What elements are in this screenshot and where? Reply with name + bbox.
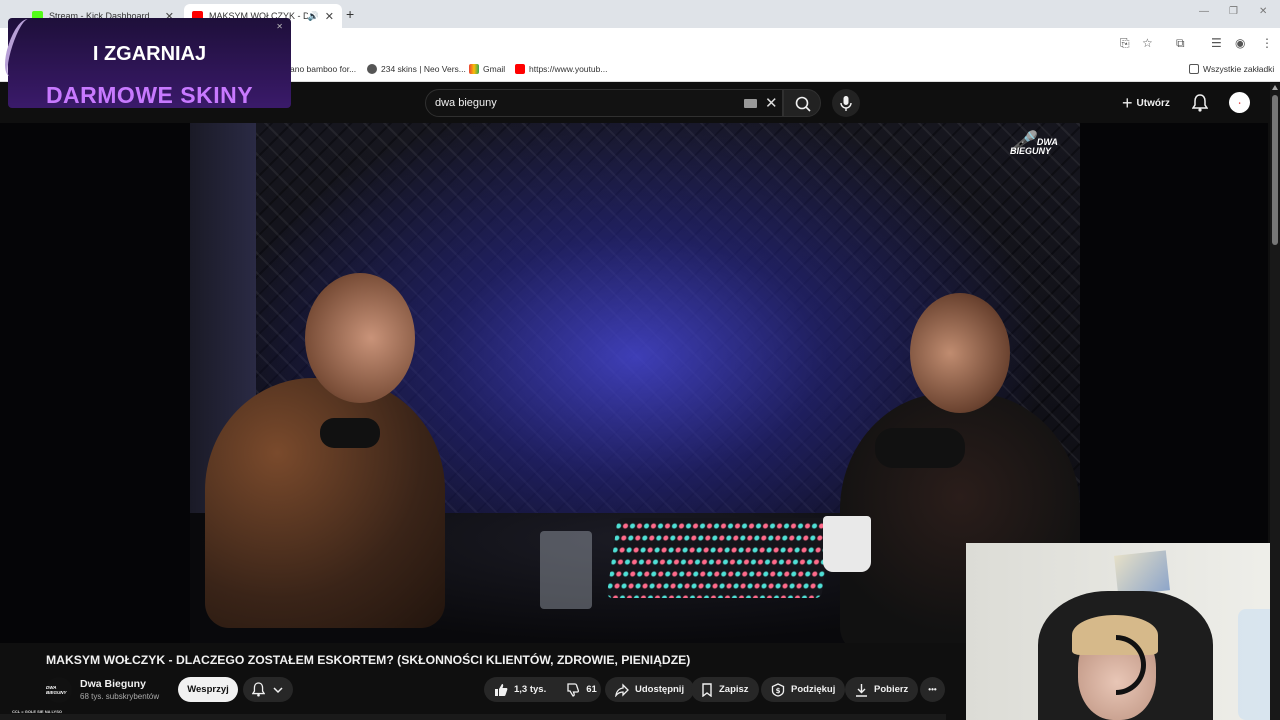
svg-text:$: $ bbox=[776, 687, 781, 695]
channel-watermark: 🎤 DWA BIEGUNY bbox=[1010, 132, 1058, 156]
webcam-streamer-hair bbox=[1072, 615, 1158, 655]
create-button[interactable]: + Utwórz bbox=[1122, 93, 1170, 113]
support-button[interactable]: Wesprzyj bbox=[178, 677, 238, 702]
install-app-icon[interactable]: ⎘ bbox=[1120, 36, 1130, 51]
watermark-line: BIEGUNY bbox=[1010, 146, 1052, 156]
gmail-icon bbox=[469, 64, 479, 74]
bookmark-label: 234 skins | Neo Vers... bbox=[381, 64, 466, 74]
youtube-icon bbox=[515, 64, 525, 74]
bookmark-item[interactable]: 234 skins | Neo Vers... bbox=[367, 64, 466, 74]
channel-avatar[interactable]: DWA BIEGUNY bbox=[46, 677, 72, 703]
media-control-icon[interactable]: ☰ bbox=[1211, 36, 1222, 50]
video-person-right-head bbox=[910, 293, 1010, 413]
channel-avatar-text: DWA BIEGUNY bbox=[46, 685, 67, 695]
webcam-overlay bbox=[966, 543, 1280, 720]
profile-icon[interactable]: ◉ bbox=[1235, 36, 1245, 50]
bookmark-item[interactable]: Gmail bbox=[469, 64, 505, 74]
bookmark-label: ano bamboo for... bbox=[290, 64, 357, 74]
share-icon bbox=[615, 682, 629, 697]
all-bookmarks-label: Wszystkie zakładki bbox=[1203, 64, 1275, 74]
video-mixer bbox=[606, 518, 833, 598]
bookmark-icon bbox=[702, 682, 712, 697]
subscriber-count: 68 tys. subskrybentów bbox=[80, 692, 160, 701]
restore-icon[interactable]: ❐ bbox=[1229, 6, 1238, 17]
overlay-close-icon: ✕ bbox=[276, 22, 283, 31]
video-person-left-head bbox=[305, 273, 415, 403]
like-count: 1,3 tys. bbox=[514, 684, 547, 695]
extensions-icon[interactable]: ⧉ bbox=[1176, 36, 1185, 51]
bookmark-label: Gmail bbox=[483, 64, 506, 74]
bell-icon bbox=[252, 682, 265, 697]
clear-icon[interactable]: ✕ bbox=[765, 94, 778, 112]
folder-icon bbox=[1189, 64, 1199, 74]
scrollbar-thumb[interactable] bbox=[1272, 95, 1278, 245]
video-title: MAKSYM WOŁCZYK - DLACZEGO ZOSTAŁEM ESKOR… bbox=[46, 653, 691, 667]
thumbs-up-icon bbox=[495, 683, 508, 696]
screen: Stream - Kick Dashboard ✕ MAKSYM WOŁCZYK… bbox=[0, 0, 1280, 720]
globe-icon bbox=[367, 64, 377, 74]
video-microphone bbox=[320, 418, 380, 448]
bookmark-label: https://www.youtub... bbox=[529, 64, 608, 74]
create-label: Utwórz bbox=[1136, 97, 1170, 109]
search-input[interactable]: dwa bieguny ✕ bbox=[425, 89, 783, 117]
menu-icon[interactable]: ⋮ bbox=[1261, 36, 1273, 50]
scroll-up-arrow-icon[interactable] bbox=[1272, 85, 1278, 90]
close-icon[interactable]: ✕ bbox=[325, 10, 334, 23]
video-person-left bbox=[205, 378, 445, 628]
more-icon: ••• bbox=[928, 685, 937, 694]
save-label: Zapisz bbox=[719, 684, 749, 695]
mic-icon bbox=[840, 96, 852, 111]
thanks-icon: $ bbox=[771, 682, 785, 697]
bookmark-item[interactable]: ano bamboo for... bbox=[290, 64, 356, 74]
all-bookmarks[interactable]: Wszystkie zakładki bbox=[1189, 64, 1274, 74]
download-label: Pobierz bbox=[874, 684, 909, 695]
more-actions-button[interactable]: ••• bbox=[920, 677, 945, 702]
new-tab-button[interactable]: + bbox=[346, 6, 354, 22]
share-label: Udostępnij bbox=[635, 684, 685, 695]
webcam-poster bbox=[1114, 550, 1170, 596]
notifications-bell-icon[interactable] bbox=[1192, 94, 1208, 112]
dislike-count: 61 bbox=[586, 684, 597, 695]
account-avatar[interactable]: ● bbox=[1229, 92, 1250, 113]
thumbs-down-icon bbox=[567, 682, 580, 697]
search-button[interactable] bbox=[783, 89, 821, 117]
minimize-icon[interactable]: — bbox=[1199, 6, 1209, 17]
dislike-button[interactable]: 61 bbox=[556, 677, 607, 702]
keyboard-icon[interactable] bbox=[744, 99, 757, 108]
save-button[interactable]: Zapisz bbox=[691, 677, 759, 702]
thanks-label: Podziękuj bbox=[791, 684, 836, 695]
promo-line-1: I ZGARNIAJ bbox=[92, 43, 207, 65]
window-close-icon[interactable]: ✕ bbox=[1259, 6, 1267, 17]
search-icon bbox=[795, 96, 811, 112]
promo-line-2: DARMOWE SKINY bbox=[45, 82, 254, 108]
plus-icon: + bbox=[1122, 92, 1133, 113]
star-icon[interactable]: ☆ bbox=[1142, 36, 1153, 50]
speaker-icon[interactable]: 🔊 bbox=[308, 11, 319, 22]
download-icon bbox=[856, 683, 867, 697]
channel-name[interactable]: Dwa Bieguny bbox=[80, 678, 146, 690]
video-microphone bbox=[875, 428, 965, 468]
thanks-button[interactable]: $ Podziękuj bbox=[761, 677, 846, 702]
description-box-edge bbox=[0, 714, 946, 720]
video-glass bbox=[540, 531, 592, 609]
share-button[interactable]: Udostępnij bbox=[605, 677, 695, 702]
voice-search-button[interactable] bbox=[832, 89, 860, 117]
subscription-bell-button[interactable] bbox=[243, 677, 293, 702]
page-scrollbar[interactable] bbox=[1270, 83, 1280, 720]
overlay-caption: CCL = GOLE SIE NA LYSO bbox=[12, 709, 62, 714]
stream-promo-overlay: ✕ I ZGARNIAJ DARMOWE SKINY bbox=[0, 16, 291, 108]
download-button[interactable]: Pobierz bbox=[845, 677, 919, 702]
chevron-down-icon bbox=[273, 687, 283, 694]
video-mug bbox=[823, 516, 871, 572]
like-button[interactable]: 1,3 tys. bbox=[484, 677, 556, 702]
search-query: dwa bieguny bbox=[435, 97, 497, 109]
bookmark-item[interactable]: https://www.youtub... bbox=[515, 64, 607, 74]
like-dislike-group: 1,3 tys. 61 bbox=[484, 677, 601, 702]
